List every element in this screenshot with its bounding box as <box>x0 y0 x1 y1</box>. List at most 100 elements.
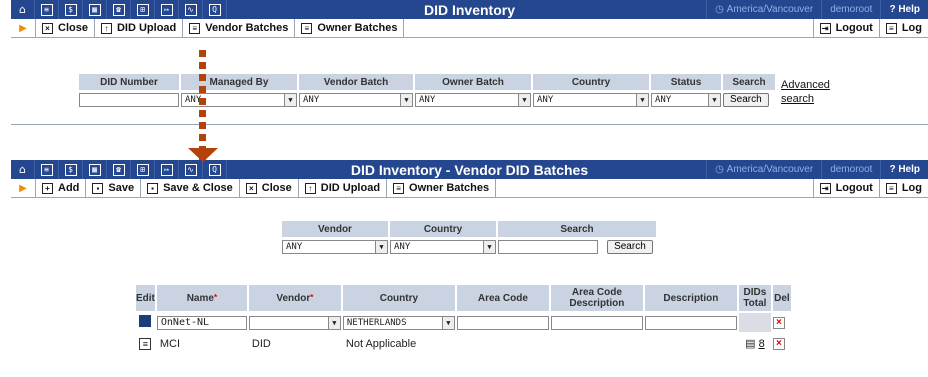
status-select[interactable]: ANY ▼ <box>651 92 721 107</box>
dids-total-link[interactable]: 8 <box>759 338 765 350</box>
dollar-icon[interactable]: $ <box>59 0 83 19</box>
timezone-link[interactable]: ◷ America/Vancouver <box>706 0 821 19</box>
forward-icon[interactable]: ↦ <box>155 0 179 19</box>
country-select[interactable]: ANY ▼ <box>390 239 496 254</box>
dids-total-cell <box>738 313 771 332</box>
owner-batch-header: Owner Batch <box>415 74 531 90</box>
list-icon[interactable]: ≡ <box>35 0 59 19</box>
save-icon: ▪ <box>147 182 159 194</box>
did-number-header: DID Number <box>79 74 179 90</box>
advanced-search-link[interactable]: Advanced search <box>781 79 830 105</box>
col-area-code-description: Area Code Description <box>550 285 643 311</box>
owner-batch-select[interactable]: ANY ▼ <box>415 92 531 107</box>
country-value: ANY <box>394 241 411 252</box>
delete-icon[interactable]: × <box>772 337 785 350</box>
close-icon: × <box>42 22 53 34</box>
col-vendor-label: Vendor <box>276 292 311 304</box>
country-header: Country <box>533 74 649 90</box>
home-icon[interactable]: ⌂ <box>11 160 35 179</box>
chevron-down-icon: ▼ <box>441 316 454 329</box>
log-icon: ≡ <box>885 182 897 194</box>
delete-icon[interactable]: × <box>772 316 785 329</box>
network-icon[interactable]: ⊞ <box>131 160 155 179</box>
search-header: Search <box>498 221 656 237</box>
status-value: ANY <box>655 94 672 105</box>
save-label: Save <box>108 182 135 194</box>
search-button[interactable]: Search <box>723 93 769 107</box>
vendor-header: Vendor <box>282 221 388 237</box>
logout-icon: ⇥ <box>819 182 831 194</box>
dollar-icon[interactable]: $ <box>59 160 83 179</box>
search-input[interactable] <box>498 239 598 254</box>
logout-icon: ⇥ <box>819 22 831 34</box>
add-button[interactable]: + Add <box>35 178 87 198</box>
did-upload-button[interactable]: ↑ DID Upload <box>95 18 184 38</box>
help-label: Help <box>898 4 920 15</box>
vendor-batch-select[interactable]: ANY ▼ <box>299 92 413 107</box>
col-del: Del <box>772 285 791 311</box>
save-close-button[interactable]: ▪ Save & Close <box>141 178 240 198</box>
did-upload-button[interactable]: ↑ DID Upload <box>299 178 388 198</box>
owner-batches-button[interactable]: ≡ Owner Batches <box>295 18 405 38</box>
name-input[interactable]: OnNet-NL <box>156 315 247 330</box>
grid-icon[interactable]: ▦ <box>83 0 107 19</box>
chevron-down-icon: ▼ <box>483 240 495 253</box>
did-number-input[interactable] <box>79 92 179 107</box>
edit-icon[interactable]: ≡ <box>139 337 152 350</box>
batch-icon: ≡ <box>301 22 313 34</box>
owner-batches-button[interactable]: ≡ Owner Batches <box>387 178 497 198</box>
did-upload-label: DID Upload <box>320 182 381 194</box>
chevron-down-icon: ▼ <box>518 93 530 106</box>
search-button[interactable]: Search <box>607 240 653 254</box>
log-button[interactable]: ≡ Log <box>878 18 928 38</box>
chevron-down-icon: ▼ <box>708 93 720 106</box>
log-label: Log <box>901 22 922 34</box>
vendor-batch-header: Vendor Batch <box>299 74 413 90</box>
help-link[interactable]: ? Help <box>880 0 928 19</box>
search-icon[interactable]: Q <box>203 160 227 179</box>
batch-icon: ≡ <box>189 22 201 34</box>
logout-label: Logout <box>835 22 873 34</box>
vendor-batches-label: Vendor Batches <box>205 22 289 34</box>
close-button[interactable]: × Close <box>240 178 299 198</box>
vendor-batches-button[interactable]: ≡ Vendor Batches <box>183 18 296 38</box>
did-upload-label: DID Upload <box>116 22 177 34</box>
search-header: Search <box>723 74 775 90</box>
chart-icon[interactable]: ∿ <box>179 0 203 19</box>
area-code-input[interactable] <box>456 315 549 330</box>
timezone-label: America/Vancouver <box>726 4 814 15</box>
vendor-field-select[interactable]: ▼ <box>248 315 341 330</box>
home-icon[interactable]: ⌂ <box>11 0 35 19</box>
col-area-code: Area Code <box>456 285 549 311</box>
help-link[interactable]: ? Help <box>880 160 928 179</box>
list-icon[interactable]: ≡ <box>35 160 59 179</box>
forward-icon[interactable]: ↦ <box>155 160 179 179</box>
save-button[interactable]: ▪ Save <box>86 178 142 198</box>
vendor-select[interactable]: ANY ▼ <box>282 239 388 254</box>
help-label: Help <box>898 164 920 175</box>
col-dids-total: DIDs Total <box>738 285 771 311</box>
chart-icon[interactable]: ∿ <box>179 160 203 179</box>
area-code-description-input[interactable] <box>550 315 643 330</box>
close-button[interactable]: × Close <box>35 18 95 38</box>
description-input[interactable] <box>644 315 737 330</box>
country-field-select[interactable]: NETHERLANDS ▼ <box>342 315 455 330</box>
logout-button[interactable]: ⇥ Logout <box>812 178 879 198</box>
phone-icon[interactable]: ☎ <box>107 0 131 19</box>
user-link[interactable]: demoroot <box>821 160 880 179</box>
search-icon[interactable]: Q <box>203 0 227 19</box>
save-icon[interactable] <box>139 315 152 327</box>
grid-icon[interactable]: ▦ <box>83 160 107 179</box>
timezone-link[interactable]: ◷ America/Vancouver <box>706 160 821 179</box>
title-bar: ⌂ ≡ $ ▦ ☎ ⊞ ↦ ∿ Q DID Inventory - Vendor… <box>11 160 928 179</box>
toolbar: ▶ × Close ↑ DID Upload ≡ Vendor Batches ≡ Ow… <box>11 18 928 38</box>
network-icon[interactable]: ⊞ <box>131 0 155 19</box>
save-close-label: Save & Close <box>163 182 233 194</box>
logout-button[interactable]: ⇥ Logout <box>812 18 879 38</box>
phone-icon[interactable]: ☎ <box>107 160 131 179</box>
table-row: ≡ MCI DID Not Applicable ▤ 8 × <box>136 334 791 353</box>
country-select[interactable]: ANY ▼ <box>533 92 649 107</box>
user-link[interactable]: demoroot <box>821 0 880 19</box>
col-country: Country <box>342 285 455 311</box>
log-button[interactable]: ≡ Log <box>878 178 928 198</box>
